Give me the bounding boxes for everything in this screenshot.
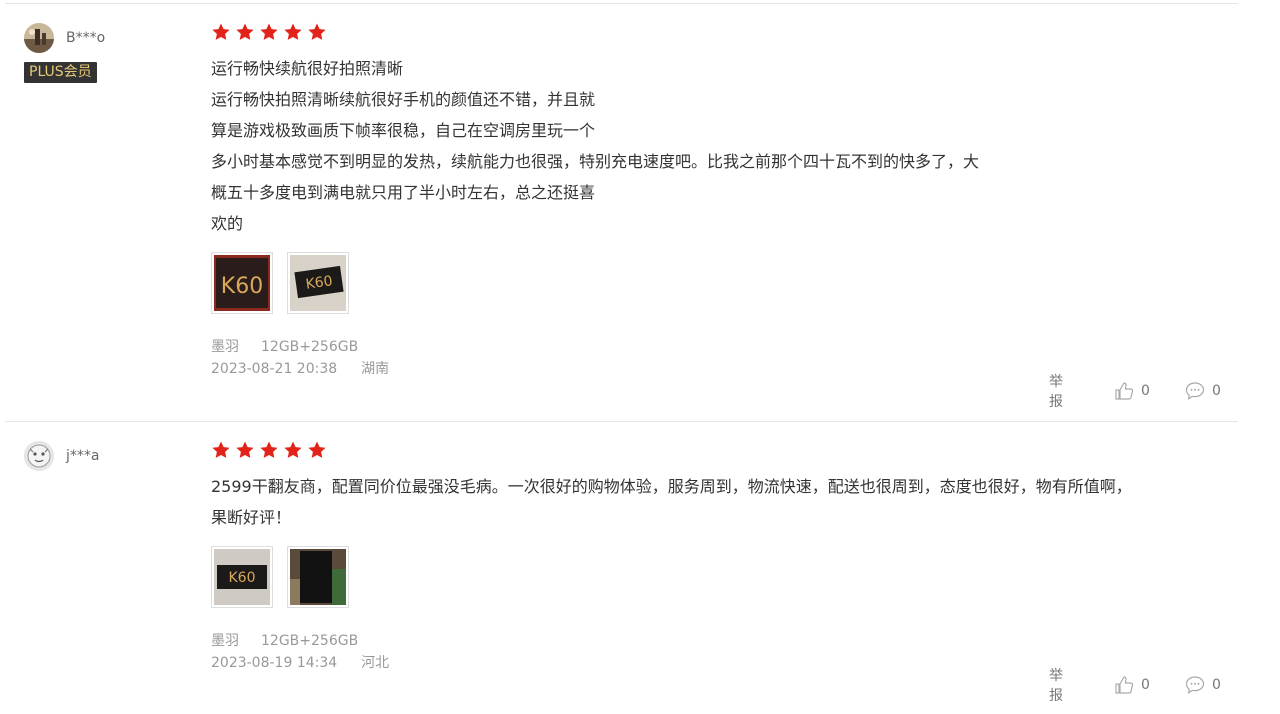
review-date: 2023-08-19 14:34 xyxy=(211,655,338,671)
review-text-line: 运行畅快拍照清晰续航很好手机的颜值还不错，并且就 xyxy=(211,90,596,109)
review-text-line: 算是游戏极致画质下帧率很稳，自己在空调房里玩一个 xyxy=(211,121,596,140)
like-count: 0 xyxy=(1141,383,1150,399)
star-icon xyxy=(235,22,255,42)
report-button[interactable]: 举报 xyxy=(1049,668,1063,704)
comment-button[interactable]: 0 xyxy=(1185,674,1221,696)
review-divider xyxy=(5,421,1238,422)
product-color: 墨羽 xyxy=(211,633,239,649)
avatar[interactable] xyxy=(24,23,54,53)
review-meta: 墨羽 12GB+256GB 2023-08-21 20:38 湖南 xyxy=(211,336,389,380)
review-content: 2599干翻友商，配置同价位最强没毛病。一次很好的购物体验，服务周到，物流快速，… xyxy=(211,471,1221,533)
comment-button[interactable]: 0 xyxy=(1185,380,1221,402)
speech-bubble-icon xyxy=(1185,381,1212,401)
review-text-line: 运行畅快续航很好拍照清晰 xyxy=(211,59,404,78)
review-image-thumbnail[interactable]: K60 xyxy=(211,546,273,608)
box-lettering: K60 xyxy=(221,274,263,299)
report-label: 举报 xyxy=(1049,374,1063,410)
product-color: 墨羽 xyxy=(211,339,239,355)
star-icon xyxy=(283,440,303,460)
star-icon xyxy=(235,440,255,460)
like-count: 0 xyxy=(1141,677,1150,693)
review-text-line: 概五十多度电到满电就只用了半小时左右，总之还挺喜 xyxy=(211,183,596,202)
review-text-line: 2599干翻友商，配置同价位最强没毛病。一次很好的购物体验，服务周到，物流快速，… xyxy=(211,477,1132,496)
comment-count: 0 xyxy=(1212,677,1221,693)
star-icon xyxy=(307,22,327,42)
review-image-thumbnail[interactable] xyxy=(287,546,349,608)
review-date: 2023-08-21 20:38 xyxy=(211,361,338,377)
review-image-thumbnail[interactable]: K60 xyxy=(287,252,349,314)
thumbs-up-icon xyxy=(1114,381,1141,401)
box-lettering: K60 xyxy=(229,570,256,586)
star-icon xyxy=(259,22,279,42)
review-images: K60 K60 xyxy=(211,252,349,314)
review-location: 湖南 xyxy=(361,361,390,377)
plus-member-badge: PLUS会员 xyxy=(24,62,97,83)
report-label: 举报 xyxy=(1049,668,1063,704)
product-spec: 12GB+256GB xyxy=(261,633,359,649)
star-rating xyxy=(211,440,327,460)
review-images: K60 xyxy=(211,546,349,608)
star-icon xyxy=(307,440,327,460)
review-content: 运行畅快续航很好拍照清晰 运行畅快拍照清晰续航很好手机的颜值还不错，并且就 算是… xyxy=(211,53,1221,239)
report-button[interactable]: 举报 xyxy=(1049,374,1063,410)
star-icon xyxy=(259,440,279,460)
review-location: 河北 xyxy=(361,655,390,671)
review-text-line: 欢的 xyxy=(211,214,244,233)
star-icon xyxy=(211,22,231,42)
product-spec: 12GB+256GB xyxy=(261,339,359,355)
comment-count: 0 xyxy=(1212,383,1221,399)
review-text-line: 多小时基本感觉不到明显的发热，续航能力也很强，特别充电速度吧。比我之前那个四十瓦… xyxy=(211,152,980,171)
speech-bubble-icon xyxy=(1185,675,1212,695)
star-icon xyxy=(211,440,231,460)
review-meta: 墨羽 12GB+256GB 2023-08-19 14:34 河北 xyxy=(211,630,389,674)
thumbs-up-icon xyxy=(1114,675,1141,695)
top-divider xyxy=(5,3,1238,4)
avatar[interactable] xyxy=(24,441,54,471)
review-image-thumbnail[interactable]: K60 xyxy=(211,252,273,314)
like-button[interactable]: 0 xyxy=(1114,674,1150,696)
star-rating xyxy=(211,22,327,42)
review-text-line: 果断好评！ xyxy=(211,508,292,527)
username[interactable]: j***a xyxy=(66,448,99,464)
like-button[interactable]: 0 xyxy=(1114,380,1150,402)
username[interactable]: B***o xyxy=(66,30,105,46)
star-icon xyxy=(283,22,303,42)
